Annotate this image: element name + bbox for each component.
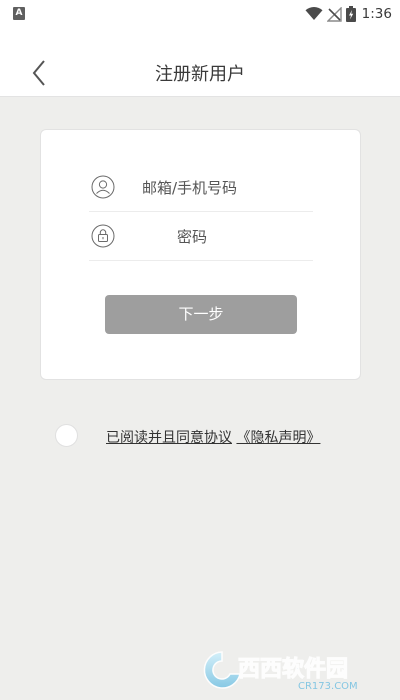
app-notification-icon: A — [13, 7, 25, 20]
watermark-site: CR173.COM — [298, 681, 358, 692]
page-title: 注册新用户 — [155, 64, 245, 85]
email-phone-input[interactable] — [142, 164, 302, 211]
status-icons: 1:36 — [301, 5, 392, 23]
app-header: 注册新用户 — [0, 28, 400, 97]
watermark-brand: 西西软件园 — [238, 656, 348, 682]
status-time: 1:36 — [361, 6, 392, 22]
lock-icon — [91, 224, 115, 248]
privacy-statement-link[interactable]: 《隐私声明》 — [236, 430, 320, 446]
agreement-text: 已阅读并且同意协议 《隐私声明》 — [106, 427, 320, 447]
registration-form-card: 下一步 — [40, 129, 361, 380]
password-input[interactable] — [177, 213, 297, 260]
agreement-checkbox[interactable] — [55, 424, 78, 447]
battery-charging-icon — [345, 6, 356, 22]
email-field-row — [89, 164, 313, 212]
next-step-button[interactable]: 下一步 — [105, 295, 297, 334]
agreement-link[interactable]: 已阅读并且同意协议 — [106, 430, 232, 446]
no-signal-icon — [326, 6, 342, 22]
password-field-row — [89, 213, 313, 261]
watermark-logo: 西西软件园 CR173.COM — [203, 651, 358, 692]
user-icon — [91, 175, 115, 199]
status-bar: A 1:36 — [0, 0, 400, 28]
wifi-icon — [305, 7, 323, 20]
